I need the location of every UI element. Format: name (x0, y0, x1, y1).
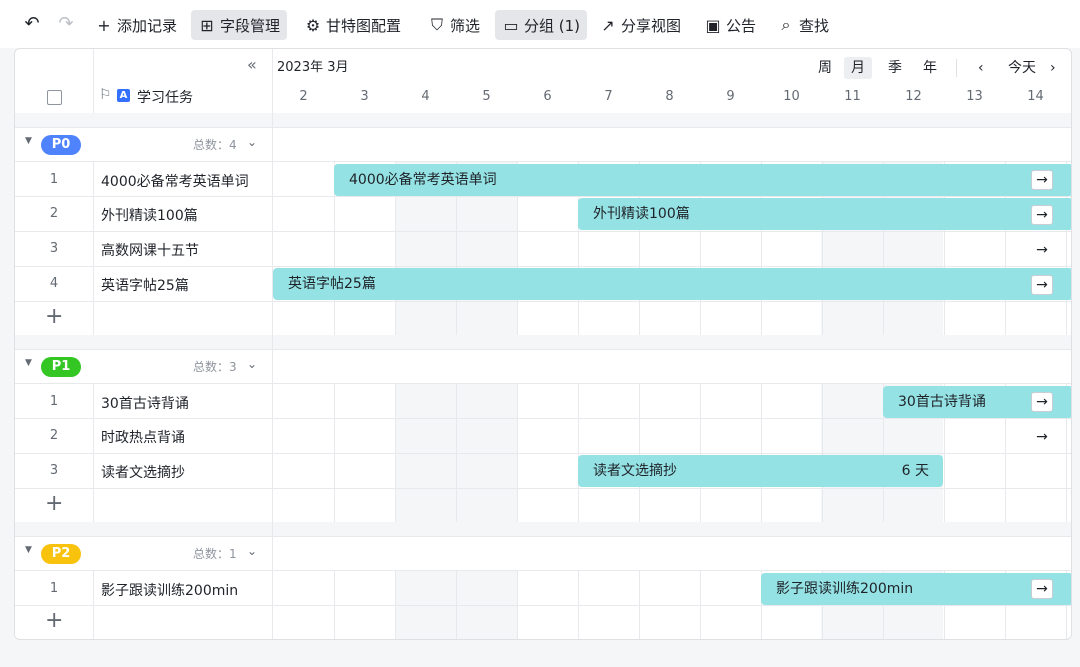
day-label: 9 (726, 89, 735, 104)
share-icon: ↗ (601, 15, 615, 35)
today-button[interactable]: 今天 (1001, 57, 1043, 79)
day-label: 13 (966, 89, 983, 104)
bar-label: 读者文选摘抄 (593, 463, 677, 479)
day-label: 8 (665, 89, 674, 104)
add-record-button[interactable]: + 添加记录 (88, 10, 184, 40)
checkbox-all[interactable] (47, 90, 62, 105)
toolbar: ↶ ↷ + 添加记录 ⊞ 字段管理 ⚙ 甘特图配置 ⛉ 筛选 ▭ 分组 (1) ↗ 分享视图… (0, 0, 1080, 48)
task-name[interactable]: 影子跟读训练200min (101, 580, 238, 600)
search-icon: ⌕ (781, 15, 791, 34)
gantt-panel: « ⚐ A 学习任务 2023年 3月 周 月 季 年 ‹ 今天 › 2 3 4… (14, 48, 1072, 640)
text-field-icon: A (117, 89, 130, 102)
day-label: 7 (604, 89, 613, 104)
arrow-right-icon[interactable]: → (1031, 275, 1053, 295)
collapse-icon[interactable]: « (247, 55, 257, 74)
scale-week[interactable]: 周 (811, 57, 839, 79)
day-label: 6 (543, 89, 552, 104)
clipboard-icon: ▣ (705, 15, 721, 35)
scale-year[interactable]: 年 (916, 57, 944, 79)
gantt-bar[interactable]: 4000必备常考英语单词 (334, 164, 1071, 196)
flag-icon: ⚐ (99, 87, 112, 103)
chevron-down-icon[interactable]: ⌄ (247, 135, 257, 149)
column-title[interactable]: 学习任务 (137, 87, 193, 107)
add-row-icon[interactable]: + (45, 493, 63, 515)
group-button[interactable]: ▭ 分组 (1) (495, 10, 588, 40)
task-name[interactable]: 外刊精读100篇 (101, 205, 198, 225)
grid-icon: ⊞ (200, 15, 214, 35)
day-label: 4 (421, 89, 430, 104)
expand-icon[interactable]: ▼ (25, 136, 32, 146)
row-number: 1 (49, 581, 59, 596)
scale-month[interactable]: 月 (844, 57, 872, 79)
task-name[interactable]: 30首古诗背诵 (101, 393, 189, 413)
day-label: 5 (482, 89, 491, 104)
add-row-icon[interactable]: + (45, 306, 63, 328)
gear-icon: ⚙ (305, 15, 321, 35)
group-count: 总数：3 (193, 360, 237, 374)
gantt-config-button[interactable]: ⚙ 甘特图配置 (297, 10, 408, 40)
chevron-down-icon[interactable]: ⌄ (247, 544, 257, 558)
expand-icon[interactable]: ▼ (25, 358, 32, 368)
arrow-right-icon[interactable]: → (1031, 427, 1053, 447)
group-count: 总数：4 (193, 138, 237, 152)
arrow-right-icon[interactable]: → (1031, 579, 1053, 599)
day-label: 14 (1027, 89, 1044, 104)
row-number: 1 (49, 394, 59, 409)
task-name[interactable]: 时政热点背诵 (101, 427, 185, 447)
scale-quarter[interactable]: 季 (881, 57, 909, 79)
group-badge-p0: P0 (41, 135, 81, 155)
gantt-bar[interactable]: 影子跟读训练200min (761, 573, 1071, 605)
month-label: 2023年 3月 (277, 60, 349, 75)
group-badge-p2: P2 (41, 544, 81, 564)
day-label: 11 (844, 89, 861, 104)
arrow-right-icon[interactable]: → (1031, 205, 1053, 225)
arrow-right-icon[interactable]: → (1031, 170, 1053, 190)
row-number: 3 (49, 241, 59, 256)
group-count: 总数：1 (193, 547, 237, 561)
duration-label: 6 天 (901, 463, 929, 479)
filter-button[interactable]: ⛉ 筛选 (421, 10, 487, 40)
day-label: 2 (299, 89, 308, 104)
row-number: 2 (49, 428, 59, 443)
next-icon[interactable]: › (1043, 57, 1063, 79)
undo-icon[interactable]: ↶ (21, 13, 43, 35)
filter-icon: ⛉ (430, 15, 443, 34)
folder-icon: ▭ (503, 15, 519, 35)
gantt-bar[interactable]: 英语字帖25篇 (273, 268, 1071, 300)
search-button[interactable]: ⌕ 查找 (770, 10, 836, 40)
field-manage-button[interactable]: ⊞ 字段管理 (191, 10, 288, 40)
task-name[interactable]: 英语字帖25篇 (101, 275, 189, 295)
gantt-bar[interactable]: 读者文选摘抄 6 天 (578, 455, 943, 487)
task-name[interactable]: 4000必备常考英语单词 (101, 171, 249, 191)
expand-icon[interactable]: ▼ (25, 545, 32, 555)
row-number: 4 (49, 276, 59, 291)
gantt-bar[interactable]: 外刊精读100篇 (578, 198, 1071, 230)
row-number: 1 (49, 172, 59, 187)
notice-button[interactable]: ▣ 公告 (697, 10, 763, 40)
row-number: 2 (49, 206, 59, 221)
day-label: 10 (783, 89, 800, 104)
add-row-icon[interactable]: + (45, 610, 63, 632)
share-view-button[interactable]: ↗ 分享视图 (592, 10, 688, 40)
group-badge-p1: P1 (41, 357, 81, 377)
chevron-down-icon[interactable]: ⌄ (247, 357, 257, 371)
task-name[interactable]: 高数网课十五节 (101, 240, 199, 260)
redo-icon[interactable]: ↷ (55, 13, 77, 35)
task-name[interactable]: 读者文选摘抄 (101, 462, 185, 482)
prev-icon[interactable]: ‹ (971, 57, 991, 79)
plus-icon: + (97, 15, 111, 35)
day-label: 3 (360, 89, 369, 104)
day-label: 12 (905, 89, 922, 104)
row-number: 3 (49, 463, 59, 478)
arrow-right-icon[interactable]: → (1031, 240, 1053, 260)
arrow-right-icon[interactable]: → (1031, 392, 1053, 412)
